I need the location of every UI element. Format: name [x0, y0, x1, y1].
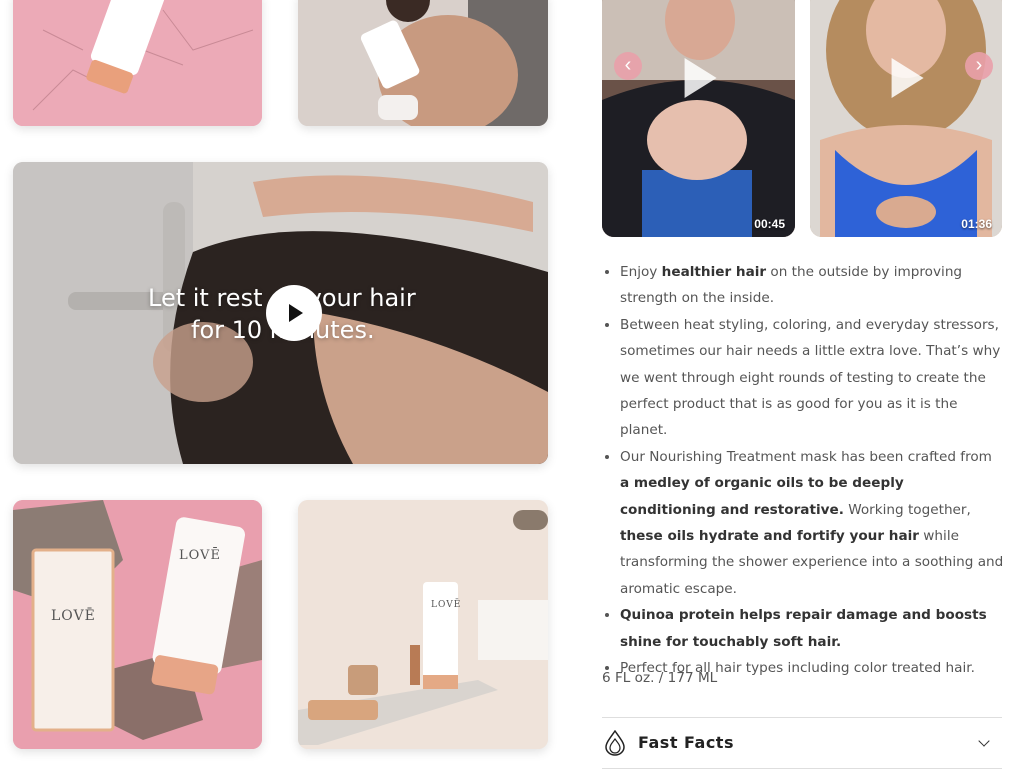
brand-mark-box: LOVĒ: [51, 608, 96, 624]
product-description: Enjoy healthier hair on the outside by i…: [602, 259, 1004, 682]
video-1-play-icon: [684, 58, 717, 98]
fast-facts-label: Fast Facts: [638, 733, 734, 752]
carousel-prev-button[interactable]: ‹: [614, 52, 642, 80]
carousel-next-button[interactable]: ›: [965, 52, 993, 80]
gallery-image-woman-applying[interactable]: [298, 0, 548, 126]
play-button[interactable]: [266, 285, 322, 341]
divider: [602, 717, 1002, 718]
brand-mark-shelf-tube: LOVĒ: [431, 600, 462, 610]
video-1-duration: 00:45: [754, 217, 785, 231]
divider: [602, 768, 1002, 769]
description-bullet: Our Nourishing Treatment mask has been c…: [620, 444, 1004, 602]
fast-facts-accordion[interactable]: Fast Facts: [602, 727, 1002, 759]
description-bullet: Between heat styling, coloring, and ever…: [620, 312, 1004, 444]
description-bullet: Enjoy healthier hair on the outside by i…: [620, 259, 1004, 312]
video-2-duration: 01:36: [961, 217, 992, 231]
gallery-image-product-with-rocks[interactable]: LOVĒ LOVĒ: [13, 500, 262, 749]
brand-mark-tube: LOVĒ: [179, 548, 221, 563]
description-bullet: Quinoa protein helps repair damage and b…: [620, 602, 1004, 655]
video-card-2[interactable]: 01:36: [810, 0, 1002, 237]
gallery-image-shower-shelf[interactable]: LOVĒ: [298, 500, 548, 749]
gallery-video-hair-application[interactable]: Let it rest on your hair for 10 minutes.: [13, 162, 548, 464]
product-size: 6 FL oz. / 177 ML: [602, 670, 718, 686]
video-2-play-icon: [891, 58, 924, 98]
video-card-1[interactable]: 00:45: [602, 0, 795, 237]
drop-icon: [605, 730, 625, 756]
chevron-down-icon: [978, 735, 990, 747]
gallery-image-tube-on-pink[interactable]: [13, 0, 262, 126]
